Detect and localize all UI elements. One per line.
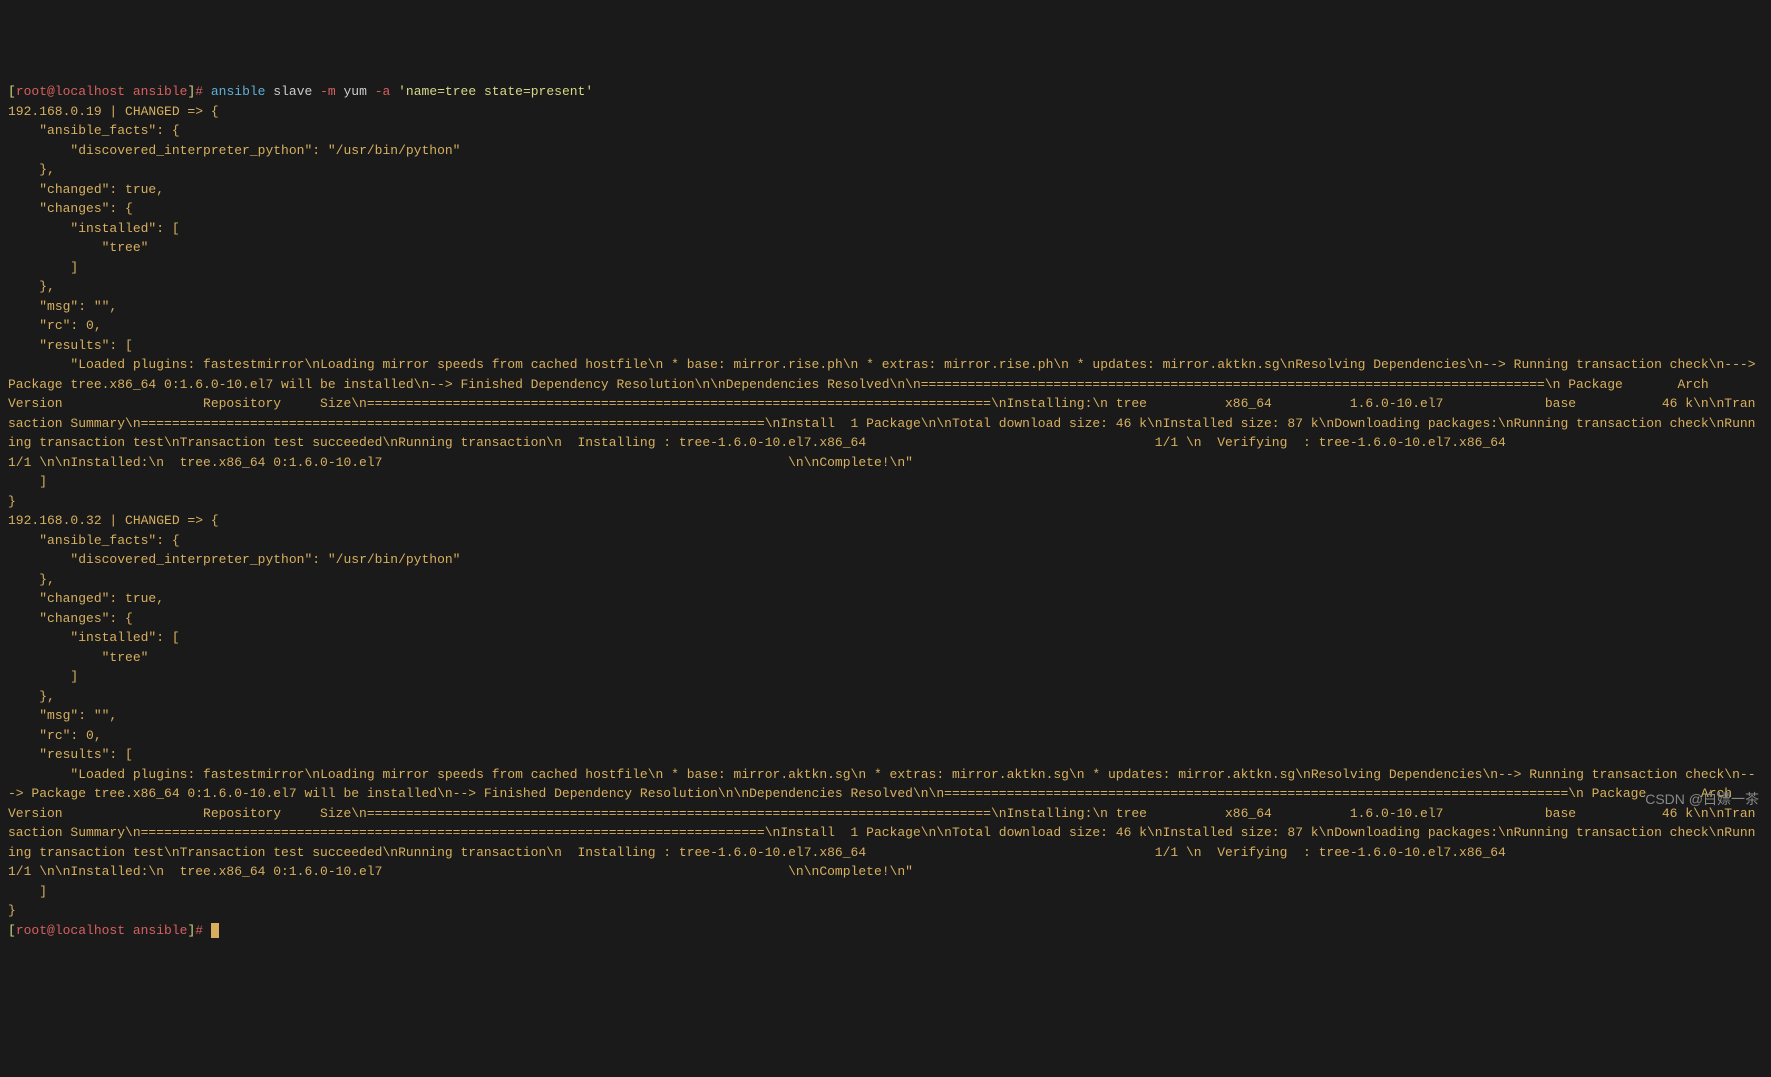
prompt-line-1: [root@localhost ansible]# ansible slave …	[8, 84, 593, 99]
changes-open: "changes": {	[8, 611, 133, 626]
terminal-output[interactable]: [root@localhost ansible]# ansible slave …	[8, 82, 1763, 940]
bracket: [	[8, 84, 16, 99]
module: yum	[336, 84, 375, 99]
changes-open: "changes": {	[8, 201, 133, 216]
block-close: }	[8, 903, 16, 918]
interpreter: "discovered_interpreter_python": "/usr/b…	[8, 552, 461, 567]
results-close: ]	[8, 884, 47, 899]
flag-m: -m	[320, 84, 336, 99]
host1-block: 192.168.0.19 | CHANGED => { "ansible_fac…	[8, 104, 1771, 919]
cursor	[211, 923, 219, 938]
user-host: root@localhost ansible	[16, 84, 188, 99]
facts-close: },	[8, 572, 55, 587]
results-close: ]	[8, 474, 47, 489]
rc: "rc": 0,	[8, 318, 102, 333]
bracket: ]	[187, 923, 195, 938]
changes-close: },	[8, 689, 55, 704]
target: slave	[265, 84, 320, 99]
command: ansible	[211, 84, 266, 99]
ansible-facts-open: "ansible_facts": {	[8, 123, 180, 138]
installed-open: "installed": [	[8, 221, 180, 236]
user-host: root@localhost ansible	[16, 923, 188, 938]
results-open: "results": [	[8, 338, 133, 353]
interpreter: "discovered_interpreter_python": "/usr/b…	[8, 143, 461, 158]
ansible-facts-open: "ansible_facts": {	[8, 533, 180, 548]
tree-item: "tree"	[8, 650, 148, 665]
host1-header: 192.168.0.19 | CHANGED => {	[8, 104, 219, 119]
tree-item: "tree"	[8, 240, 148, 255]
installed-open: "installed": [	[8, 630, 180, 645]
prompt-line-2[interactable]: [root@localhost ansible]#	[8, 923, 219, 938]
changed: "changed": true,	[8, 591, 164, 606]
host2-header: 192.168.0.32 | CHANGED => {	[8, 513, 219, 528]
changes-close: },	[8, 279, 55, 294]
results-text: "Loaded plugins: fastestmirror\nLoading …	[8, 357, 1771, 470]
installed-close: ]	[8, 669, 78, 684]
bracket: [	[8, 923, 16, 938]
flag-a: -a	[375, 84, 391, 99]
facts-close: },	[8, 162, 55, 177]
args: 'name=tree state=present'	[390, 84, 593, 99]
results-open: "results": [	[8, 747, 133, 762]
watermark: CSDN @白嫖一茶	[1645, 789, 1759, 810]
hash: #	[195, 923, 211, 938]
msg: "msg": "",	[8, 299, 117, 314]
installed-close: ]	[8, 260, 78, 275]
rc: "rc": 0,	[8, 728, 102, 743]
hash: #	[195, 84, 211, 99]
block-close: }	[8, 494, 16, 509]
results-text: "Loaded plugins: fastestmirror\nLoading …	[8, 767, 1771, 880]
msg: "msg": "",	[8, 708, 117, 723]
changed: "changed": true,	[8, 182, 164, 197]
